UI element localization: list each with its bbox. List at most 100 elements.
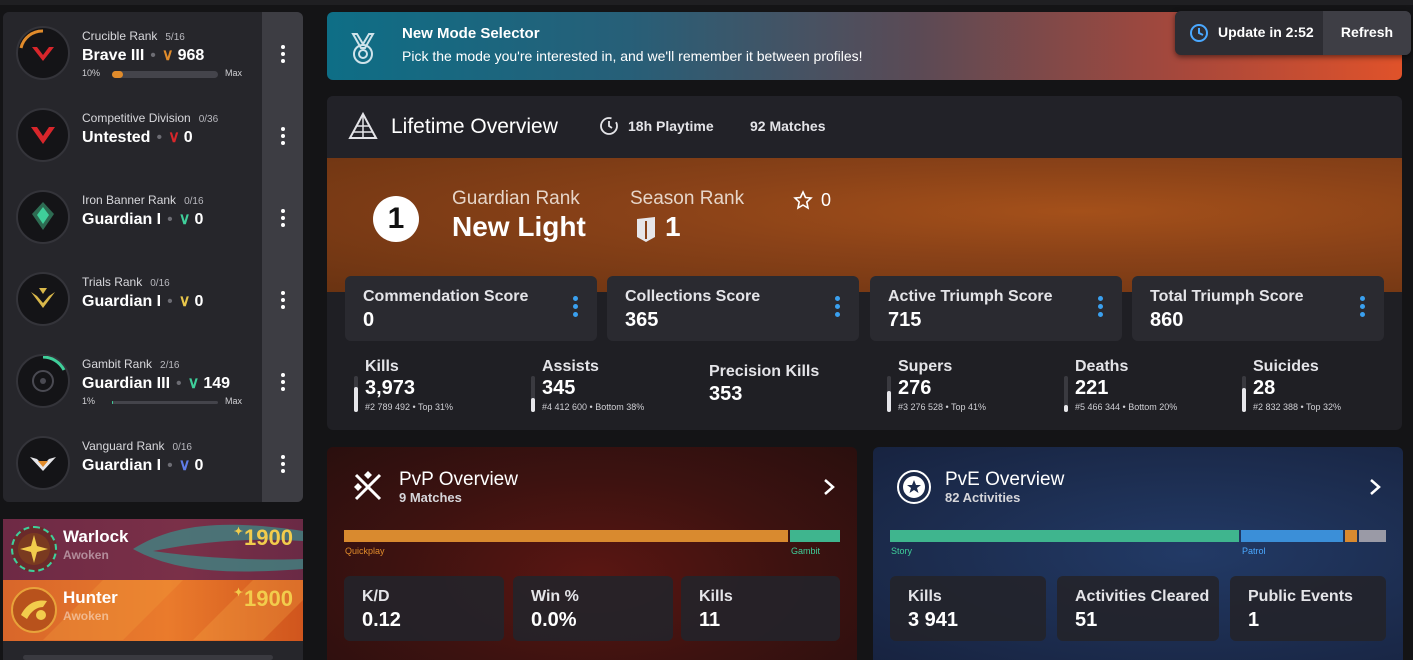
- rank-name: Guardian I: [82, 457, 162, 474]
- stat-rank: #2 789 492 • Top 31%: [365, 402, 454, 412]
- rank-card-gambit[interactable]: Gambit Rank 2/16 Guardian III • ∨ 149 1% Max: [3, 340, 303, 422]
- rank-points: 0: [194, 211, 204, 228]
- rank-count: 2/16: [160, 360, 180, 371]
- warlock-emblem-icon: [11, 526, 57, 572]
- rank-points: 968: [177, 47, 205, 64]
- segment-label-gambit: Gambit: [791, 546, 821, 556]
- rank-value: Guardian I • ∨ 0: [82, 209, 203, 229]
- segment-label-patrol: Patrol: [1242, 546, 1266, 556]
- update-timer-icon: [1190, 24, 1208, 42]
- score-menu-button[interactable]: [1360, 296, 1365, 320]
- percentile-gauge: [531, 376, 535, 412]
- season-pass-icon: [637, 217, 655, 242]
- rank-chevron-icon: ∨: [161, 47, 174, 64]
- stat-label: Deaths: [1075, 358, 1129, 375]
- kebab-icon: [281, 209, 285, 227]
- rank-count: 5/16: [165, 32, 185, 43]
- rank-title: Trials Rank: [82, 275, 143, 289]
- pve-stat-tile: Activities Cleared 51: [1057, 576, 1219, 641]
- mode-share-segment-gambit: [790, 530, 840, 542]
- mode-share-segment-other: [1345, 530, 1357, 542]
- next-character-card[interactable]: [3, 641, 303, 660]
- vanguard-icon: [897, 470, 931, 504]
- stat-value: 3,973: [365, 377, 416, 399]
- stat-value: 353: [709, 383, 743, 405]
- rank-menu-button[interactable]: [262, 340, 303, 422]
- rank-value: Guardian III • ∨ 149: [82, 373, 230, 393]
- rank-card-competitive[interactable]: Competitive Division 0/36 Untested • ∨ 0: [3, 94, 303, 176]
- rank-label: Gambit Rank 2/16: [82, 357, 180, 371]
- dot-separator: •: [176, 375, 182, 392]
- guardian-rank-value: New Light: [452, 211, 586, 242]
- rank-chevron-icon: ∨: [178, 211, 191, 228]
- character-class: Hunter: [63, 588, 118, 607]
- rank-label: Crucible Rank 5/16: [82, 29, 185, 43]
- rank-label: Vanguard Rank 0/16: [82, 439, 192, 453]
- stat-rank: #4 412 600 • Bottom 38%: [542, 402, 645, 412]
- pve-overview-panel[interactable]: PvE Overview 82 Activities Story Patrol …: [873, 447, 1403, 660]
- pve-title: PvE Overview: [945, 469, 1065, 490]
- stat-label: Precision Kills: [709, 363, 820, 380]
- score-menu-button[interactable]: [835, 296, 840, 320]
- rank-sidebar: Crucible Rank 5/16 Brave III • ∨ 968 10% Max…: [3, 12, 303, 502]
- season-rank-label: Season Rank: [630, 188, 745, 209]
- tile-value: 1: [1248, 609, 1260, 631]
- chevron-right-icon[interactable]: [1369, 478, 1381, 496]
- rank-name: Brave III: [82, 47, 145, 64]
- rank-menu-button[interactable]: [262, 422, 303, 502]
- rank-menu-button[interactable]: [262, 176, 303, 258]
- stat-rank: #3 276 528 • Top 41%: [898, 402, 987, 412]
- rank-card-vanguard[interactable]: Vanguard Rank 0/16 Guardian I • ∨ 0: [3, 422, 303, 502]
- dot-separator: •: [167, 457, 173, 474]
- guardian-rank-number: 1: [373, 196, 419, 242]
- score-value: 365: [625, 309, 659, 331]
- vanguard-rank-icon: [16, 436, 70, 490]
- season-rank-value: 1: [665, 211, 681, 242]
- rank-menu-button[interactable]: [262, 94, 303, 176]
- rank-menu-button[interactable]: [262, 12, 303, 94]
- rank-title: Gambit Rank: [82, 357, 153, 371]
- score-value: 0: [363, 309, 375, 331]
- stat-value: 276: [898, 377, 932, 399]
- tile-value: 51: [1075, 609, 1098, 631]
- gauge-fill: [1242, 387, 1246, 412]
- rank-card-iron-banner[interactable]: Iron Banner Rank 0/16 Guardian I • ∨ 0: [3, 176, 303, 258]
- stat-value: 345: [542, 377, 576, 399]
- app-root: Crucible Rank 5/16 Brave III • ∨ 968 10% Max…: [0, 0, 1413, 660]
- character-race: Awoken: [63, 548, 109, 562]
- score-label: Commendation Score: [363, 288, 529, 305]
- rank-progress-max: Max: [225, 68, 243, 78]
- character-card-hunter[interactable]: Hunter Awoken ✦1900: [3, 580, 303, 641]
- rank-title: Iron Banner Rank: [82, 193, 177, 207]
- chevron-right-icon[interactable]: [823, 478, 835, 496]
- star-icon: [793, 190, 813, 210]
- character-race: Awoken: [63, 609, 109, 623]
- tile-label: Kills: [908, 588, 942, 605]
- stat-rank: #2 832 388 • Top 32%: [1253, 402, 1342, 412]
- kebab-icon: [281, 45, 285, 63]
- rank-name: Untested: [82, 129, 151, 146]
- kebab-icon: [281, 373, 285, 391]
- rank-card-trials[interactable]: Trials Rank 0/16 Guardian I • ∨ 0: [3, 258, 303, 340]
- rank-menu-button[interactable]: [262, 258, 303, 340]
- percentile-gauge: [887, 376, 891, 412]
- score-card: Total Triumph Score 860: [1132, 276, 1384, 341]
- score-label: Total Triumph Score: [1150, 288, 1304, 305]
- lifetime-title: Lifetime Overview: [391, 115, 558, 138]
- tile-label: Public Events: [1248, 588, 1353, 605]
- score-menu-button[interactable]: [1098, 296, 1103, 320]
- tile-value: 0.12: [362, 609, 401, 631]
- mode-share-segment-patrol: [1241, 530, 1343, 542]
- rank-card-crucible[interactable]: Crucible Rank 5/16 Brave III • ∨ 968 10% Max: [3, 12, 303, 94]
- refresh-button[interactable]: Refresh: [1323, 11, 1411, 55]
- pyramid-icon: [348, 111, 378, 139]
- score-menu-button[interactable]: [573, 296, 578, 320]
- rank-progress-percent: 1%: [82, 396, 96, 406]
- crucible-rank-icon: [16, 26, 70, 80]
- mode-share-segment-story: [890, 530, 1239, 542]
- pvp-overview-panel[interactable]: PvP Overview 9 Matches Quickplay Gambit …: [327, 447, 857, 660]
- lifetime-overview-panel: Lifetime Overview 18h Playtime 92 Matche…: [327, 96, 1402, 430]
- rank-name: Guardian I: [82, 293, 162, 310]
- character-card-warlock[interactable]: Warlock Awoken ✦1900: [3, 519, 303, 580]
- gambit-rank-icon: [16, 354, 70, 408]
